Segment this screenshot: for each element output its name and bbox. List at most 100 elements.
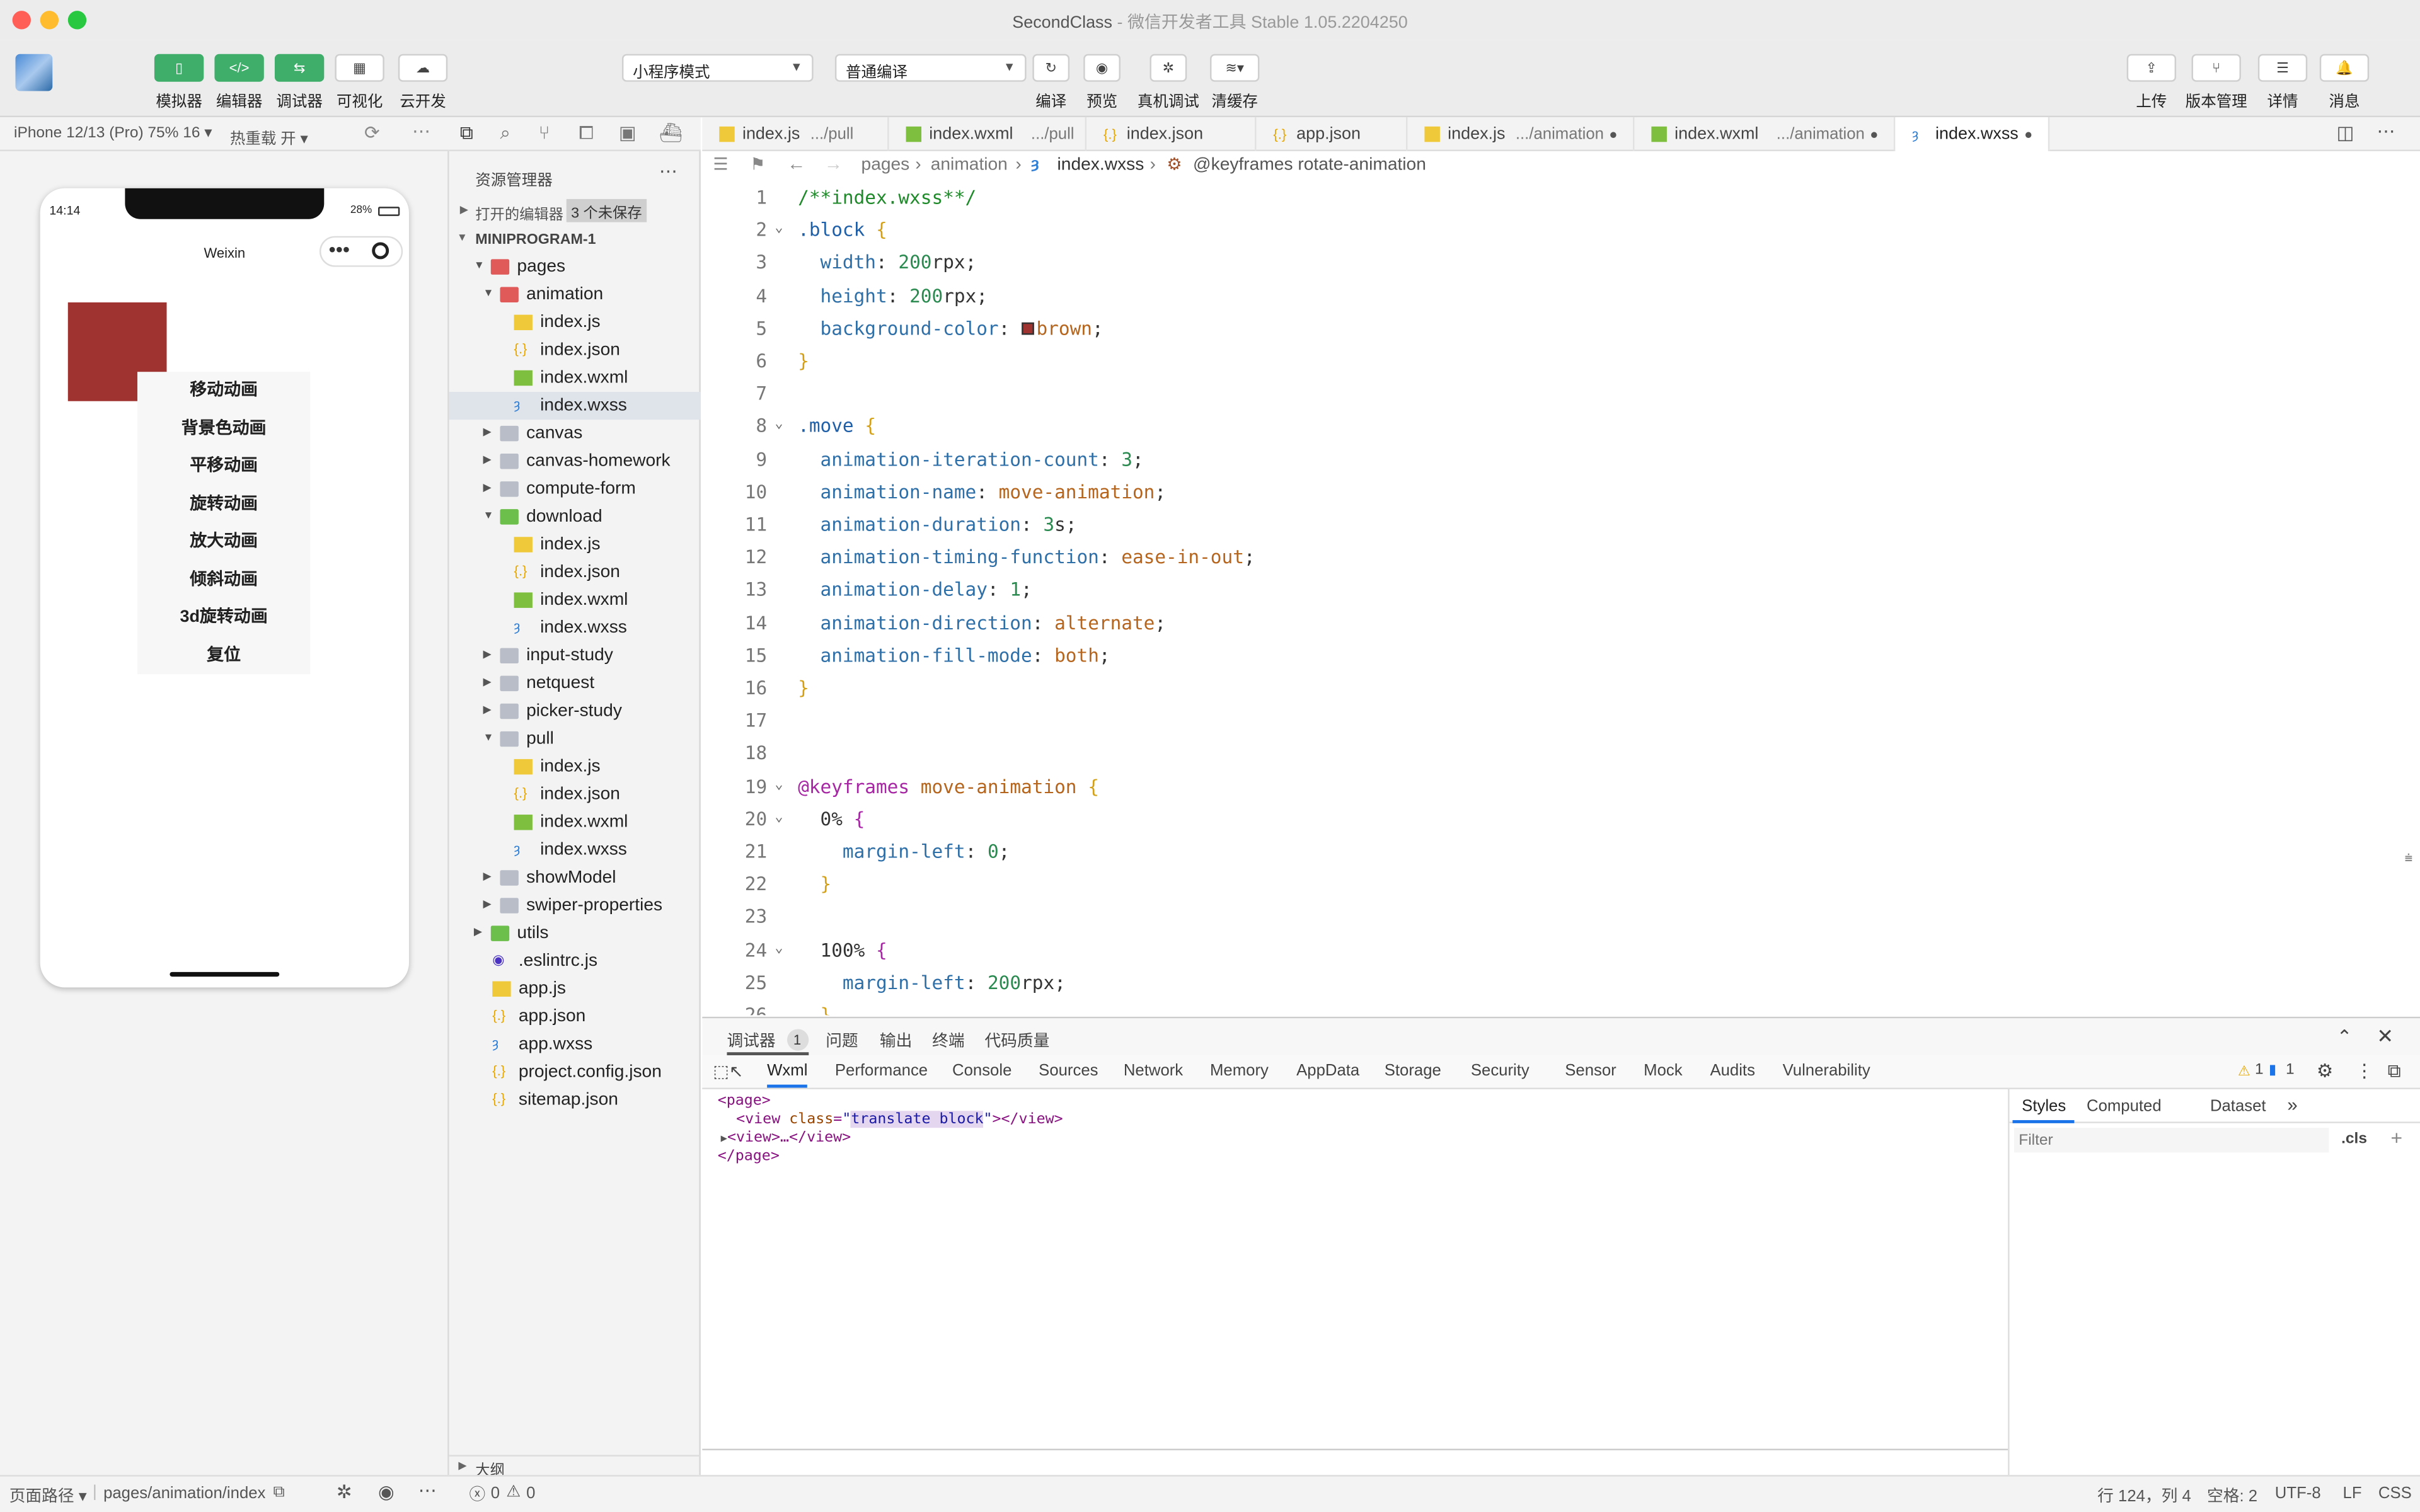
code-line[interactable]: } <box>798 350 809 372</box>
language-mode[interactable]: CSS <box>2378 1484 2412 1503</box>
devtools-tab-console[interactable]: Console <box>952 1062 1011 1080</box>
chevron-down-icon[interactable]: ▼ <box>483 725 494 753</box>
encoding[interactable]: UTF-8 <box>2275 1484 2321 1503</box>
device-select[interactable]: iPhone 12/13 (Pro) 75% 16 ▾ <box>14 125 212 142</box>
tree-item[interactable]: {.} sitemap.json <box>449 1086 701 1114</box>
rotate-icon[interactable]: ⟳ <box>364 122 380 143</box>
tree-item[interactable]: index.wxml <box>449 364 701 392</box>
code-line[interactable]: margin-left: 200rpx; <box>798 971 1066 993</box>
editor-tab[interactable]: {.} index.json <box>1086 117 1257 152</box>
upload-button[interactable]: ⇪ <box>2126 54 2177 82</box>
more-tabs-icon[interactable]: » <box>2287 1094 2297 1115</box>
editor-tab[interactable]: ȝ index.wxss ● <box>1895 117 2050 152</box>
devtools-tab-mock[interactable]: Mock <box>1644 1062 1682 1080</box>
chevron-right-icon[interactable]: ▶ <box>483 892 492 920</box>
details-button[interactable]: ☰ <box>2257 54 2308 82</box>
devtools-tab-memory[interactable]: Memory <box>1210 1062 1269 1080</box>
unsaved-dot-icon[interactable]: ● <box>2024 117 2032 151</box>
menu-item[interactable]: 倾斜动画 <box>137 561 310 598</box>
real-debug-button[interactable]: ✲ <box>1150 54 1187 82</box>
open-editors-section[interactable]: ▶ 打开的编辑器 3 个未保存 <box>449 197 701 225</box>
devtools-tab-performance[interactable]: Performance <box>835 1062 928 1080</box>
eye-icon[interactable]: ◉ <box>378 1481 395 1503</box>
code-line[interactable]: animation-timing-function: ease-in-out; <box>798 546 1255 568</box>
fold-chevron-icon[interactable]: ⌄ <box>775 221 783 236</box>
close-icon[interactable]: ✕ <box>2377 1024 2394 1049</box>
fold-chevron-icon[interactable]: ⌄ <box>775 941 783 956</box>
back-arrow-icon[interactable]: ← <box>787 152 805 174</box>
code-line[interactable]: animation-duration: 3s; <box>798 514 1077 536</box>
docker-icon[interactable]: ⛴ <box>659 122 683 143</box>
search-icon[interactable]: ⌕ <box>500 122 510 145</box>
tab-debugger[interactable]: 调试器 1 <box>727 1018 809 1056</box>
compile-button[interactable]: ↻ <box>1032 54 1070 82</box>
code-line[interactable]: margin-left: 0; <box>798 841 1010 862</box>
editor-tab[interactable]: index.js .../animation ● <box>1407 117 1635 152</box>
tree-item[interactable]: ◉ .eslintrc.js <box>449 948 701 975</box>
chevron-right-icon[interactable]: ▶ <box>474 920 482 948</box>
chevron-right-icon[interactable]: ▶ <box>721 1133 727 1145</box>
devtools-tab-sources[interactable]: Sources <box>1039 1062 1098 1080</box>
more-icon[interactable]: ⋯ <box>659 161 677 182</box>
simulator-toggle-button[interactable]: ▯ <box>154 54 204 82</box>
breadcrumb-pages[interactable]: pages <box>861 156 910 174</box>
devtools-tab-vulnerability[interactable]: Vulnerability <box>1783 1062 1870 1080</box>
code-line[interactable]: animation-name: move-animation; <box>798 481 1167 503</box>
devtools-tab-network[interactable]: Network <box>1124 1062 1183 1080</box>
code-line[interactable]: width: 200rpx; <box>798 252 977 273</box>
tab-problems[interactable]: 问题 <box>826 1029 858 1052</box>
chevron-right-icon[interactable]: ▶ <box>483 697 492 725</box>
more-icon[interactable]: ⋯ <box>412 120 430 142</box>
tree-item[interactable]: {.} project.config.json <box>449 1058 701 1086</box>
breadcrumb-file[interactable]: index.wxss <box>1057 156 1144 174</box>
tree-item[interactable]: ▶ canvas <box>449 420 701 447</box>
cloud-button[interactable]: ☁ <box>398 54 448 82</box>
fold-chevron-icon[interactable]: ⌄ <box>775 417 783 432</box>
unsaved-dot-icon[interactable]: ● <box>1609 117 1617 151</box>
code-line[interactable]: @keyframes move-animation { <box>798 776 1099 797</box>
code-line[interactable]: animation-direction: alternate; <box>798 612 1167 633</box>
devtools-tab-audits[interactable]: Audits <box>1710 1062 1754 1080</box>
tree-item[interactable]: ▼ download <box>449 503 701 530</box>
line-ending[interactable]: LF <box>2343 1484 2362 1503</box>
tree-item[interactable]: ȝ index.wxss <box>449 614 701 642</box>
bug-icon[interactable]: ✲ <box>337 1481 352 1503</box>
version-button[interactable]: ⑂ <box>2191 54 2241 82</box>
tree-item[interactable]: {.} app.json <box>449 1003 701 1031</box>
capsule-menu[interactable]: ••• <box>319 236 403 267</box>
inspect-icon[interactable]: ⬚↖ <box>713 1062 743 1081</box>
fold-chevron-icon[interactable]: ⌄ <box>775 810 783 825</box>
tree-item[interactable]: ▶ utils <box>449 920 701 948</box>
chevron-right-icon[interactable]: ▶ <box>483 864 492 891</box>
tree-item[interactable]: ▼ animation <box>449 281 701 309</box>
info-icon[interactable]: ▮ <box>2269 1062 2276 1079</box>
chevron-down-icon[interactable]: ▼ <box>483 281 494 309</box>
tree-item[interactable]: app.js <box>449 975 701 1003</box>
code-line[interactable]: /**index.wxss**/ <box>798 186 976 208</box>
code-line[interactable]: } <box>798 677 809 699</box>
chevron-right-icon[interactable]: ▶ <box>483 642 492 670</box>
tree-item[interactable]: ▶ picker-study <box>449 697 701 725</box>
tree-item[interactable]: ▼ pull <box>449 725 701 753</box>
debugger-toggle-button[interactable]: ⇆ <box>274 54 325 82</box>
undock-icon[interactable]: ⧉ <box>2388 1060 2401 1083</box>
code-line[interactable]: animation-fill-mode: both; <box>798 644 1110 666</box>
devtools-tab-wxml[interactable]: Wxml <box>767 1062 808 1088</box>
chevron-down-icon[interactable]: ▼ <box>474 253 485 281</box>
editor-tab[interactable]: index.js .../pull <box>702 117 889 152</box>
tree-item[interactable]: ȝ index.wxss <box>449 392 701 420</box>
more-icon[interactable]: ••• <box>329 238 350 261</box>
chevron-up-icon[interactable]: ⌃ <box>2337 1026 2353 1048</box>
tree-item[interactable]: {.} index.json <box>449 781 701 808</box>
tab-terminal[interactable]: 终端 <box>932 1029 964 1052</box>
forward-arrow-icon[interactable]: → <box>824 152 843 174</box>
tree-item[interactable]: ▶ showModel <box>449 864 701 891</box>
more-icon[interactable]: ⋯ <box>2377 120 2395 142</box>
compile-select[interactable]: 普通编译 ▼ <box>834 54 1027 82</box>
preview-button[interactable]: ◉ <box>1083 54 1121 82</box>
code-line[interactable]: 0% { <box>798 808 865 830</box>
tab-dataset[interactable]: Dataset <box>2210 1097 2266 1115</box>
tree-item[interactable]: ▶ netquest <box>449 670 701 697</box>
bookmark-icon[interactable]: ⚑ <box>750 154 765 174</box>
breadcrumb-animation[interactable]: animation <box>931 156 1008 174</box>
